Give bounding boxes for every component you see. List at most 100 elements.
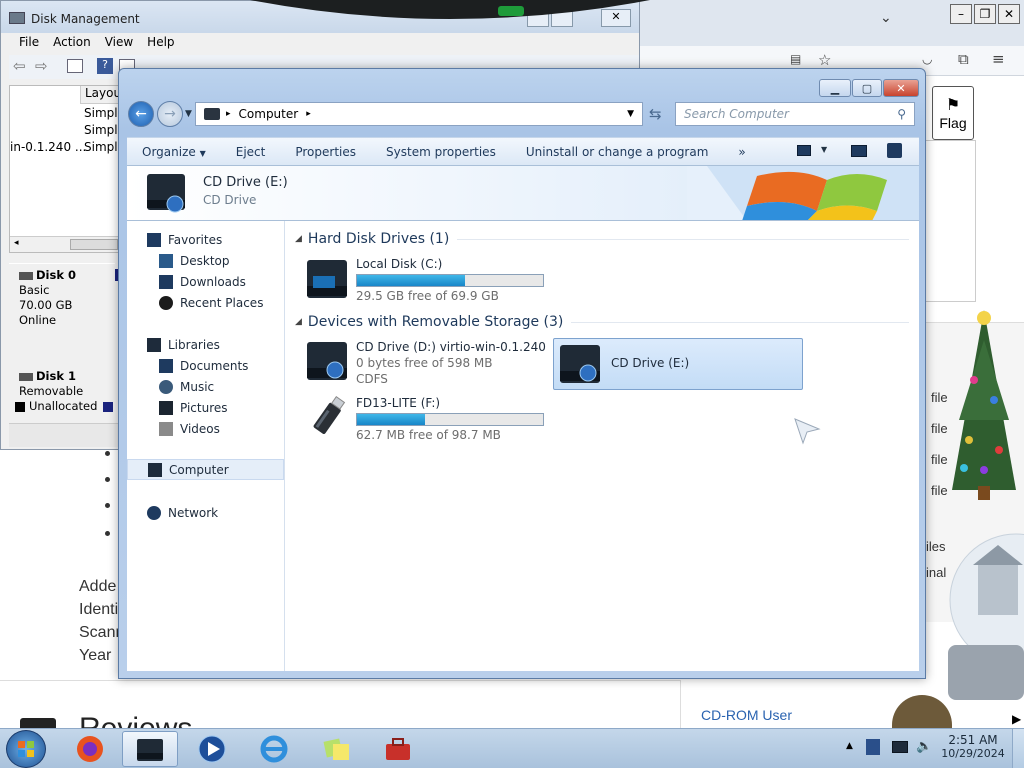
reader-icon[interactable]: ▤ [790,52,801,66]
taskbar-media-player[interactable] [184,731,240,767]
show-desktop-button[interactable] [1012,729,1024,768]
nav-network[interactable]: Network [127,502,284,523]
taskbar-sticky-notes[interactable] [308,731,364,767]
taskbar-toolbox[interactable] [370,731,426,767]
view-options-icon[interactable] [797,145,811,156]
forward-button[interactable]: → [157,101,183,127]
scroll-left-icon[interactable]: ◂ [14,238,19,248]
back-button[interactable]: ← [128,101,154,127]
volume-icon[interactable]: 🔈 [916,739,932,754]
drive-d[interactable]: CD Drive (D:) virtio-win-0.1.240 0 bytes… [356,339,546,387]
action-center-icon[interactable] [866,739,880,755]
group-header-hard-disks[interactable]: ◢ Hard Disk Drives (1) [295,231,909,247]
clock[interactable]: 2:51 AM 10/29/2024 [940,733,1006,760]
breadcrumb-chevron-icon[interactable]: ▸ [306,109,311,119]
breadcrumb-chevron-icon[interactable]: ▸ [226,109,231,119]
recent-pages-dropdown-icon[interactable]: ▼ [185,109,192,119]
address-bar[interactable]: ▸ Computer ▸ ▼ [195,102,643,126]
disk-0-label[interactable]: Disk 0 Basic 70.00 GB Online [9,263,115,361]
cd-drive-icon [560,345,600,383]
taskbar-firefox[interactable] [62,731,118,767]
preview-pane-icon[interactable] [851,145,867,157]
volume-list: Layout Simple Simple in-0.1.240 ... Simp… [9,85,126,253]
desktop-icon [159,253,173,268]
forward-arrow-icon[interactable]: ⇨ [35,57,48,75]
system-properties-button[interactable]: System properties [371,145,511,159]
pictures-icon [159,400,173,415]
more-commands-button[interactable]: » [723,145,760,159]
scroll-arrow-icon[interactable]: ▶ [1012,712,1021,726]
star-icon[interactable]: ☆ [818,51,831,69]
refresh-icon[interactable]: ⇆ [649,105,662,123]
search-input[interactable]: Search Computer [684,107,789,121]
cdrom-user-link[interactable]: CD-ROM User [701,707,792,723]
extensions-icon[interactable]: ⧉ [958,50,969,68]
drive-c[interactable]: Local Disk (C:) 29.5 GB free of 69.9 GB [356,256,544,304]
network-tray-icon[interactable] [892,741,908,753]
drive-e[interactable]: CD Drive (E:) [553,338,803,390]
menu-action[interactable]: Action [53,35,91,49]
properties-button[interactable]: Properties [280,145,371,159]
nav-videos[interactable]: Videos [127,418,284,439]
gadget-arc-icon [250,0,650,19]
drive-list: ◢ Hard Disk Drives (1) Local Disk (C:) 2… [285,221,919,671]
review-icon [20,718,56,728]
minimize-button[interactable]: ▁ [819,79,851,97]
nav-favorites[interactable]: Favorites [127,229,284,250]
organize-button[interactable]: Organize ▼ [127,145,221,159]
collapse-icon[interactable]: ◢ [295,234,302,244]
command-bar: Organize ▼ Eject Properties System prope… [127,137,919,166]
menu-help[interactable]: Help [147,35,174,49]
scroll-thumb[interactable] [70,239,118,250]
view-dropdown-icon[interactable]: ▼ [821,145,827,154]
menu-file[interactable]: File [19,35,39,49]
taskbar-internet-explorer[interactable] [246,731,302,767]
favorites-icon [147,232,161,247]
browser-close-button[interactable]: ✕ [998,4,1020,24]
horizontal-scrollbar[interactable]: ◂ [10,236,120,252]
search-icon[interactable]: ⚲ [897,107,906,121]
mouse-cursor-icon [794,418,821,445]
nav-desktop[interactable]: Desktop [127,250,284,271]
nav-computer[interactable]: Computer [127,459,284,480]
breadcrumb-computer[interactable]: Computer [239,107,299,121]
back-arrow-icon: ← [135,106,147,122]
uninstall-program-button[interactable]: Uninstall or change a program [511,145,724,159]
nav-pictures[interactable]: Pictures [127,397,284,418]
nav-documents[interactable]: Documents [127,355,284,376]
help-icon[interactable] [887,143,902,158]
flag-button[interactable]: ⚑ Flag [932,86,974,140]
nav-music[interactable]: Music [127,376,284,397]
search-box[interactable]: Search Computer ⚲ [675,102,915,126]
nav-recent-places[interactable]: Recent Places [127,292,284,313]
menu-view[interactable]: View [105,35,133,49]
collapse-icon[interactable]: ◢ [295,317,302,327]
volume-name-cell[interactable]: in-0.1.240 ... [10,140,86,154]
chevron-down-icon[interactable]: ⌄ [880,10,892,26]
group-header-removable[interactable]: ◢ Devices with Removable Storage (3) [295,314,909,330]
back-arrow-icon[interactable]: ⇦ [13,57,26,75]
pocket-icon[interactable]: ◡ [922,52,932,66]
drive-f[interactable]: FD13-LITE (F:) 62.7 MB free of 98.7 MB [356,395,544,443]
menu-icon[interactable]: ≡ [992,50,1005,68]
help-icon[interactable]: ? [97,58,113,74]
console-tree-icon[interactable] [67,59,83,73]
browser-restore-button[interactable]: ❐ [974,4,996,24]
show-hidden-icons-icon[interactable]: ▲ [846,741,853,751]
nav-libraries[interactable]: Libraries [127,334,284,355]
eject-button[interactable]: Eject [221,145,281,159]
address-dropdown-icon[interactable]: ▼ [627,109,634,119]
details-pane: CD Drive (E:) CD Drive [127,166,919,221]
maximize-button[interactable]: ▢ [852,79,882,97]
documents-icon [159,358,173,373]
taskbar-explorer[interactable] [122,731,178,767]
disk-1-label[interactable]: Disk 1 Removable Unallocated [9,365,115,421]
bullet [105,531,110,536]
close-button[interactable]: ✕ [883,79,919,97]
navigation-pane: Favorites Desktop Downloads Recent Place… [127,221,285,671]
nav-downloads[interactable]: Downloads [127,271,284,292]
start-button[interactable] [6,730,46,768]
unallocated-swatch [15,401,25,412]
browser-minimize-button[interactable]: – [950,4,972,24]
column-header-layout[interactable]: Layout [80,86,126,104]
